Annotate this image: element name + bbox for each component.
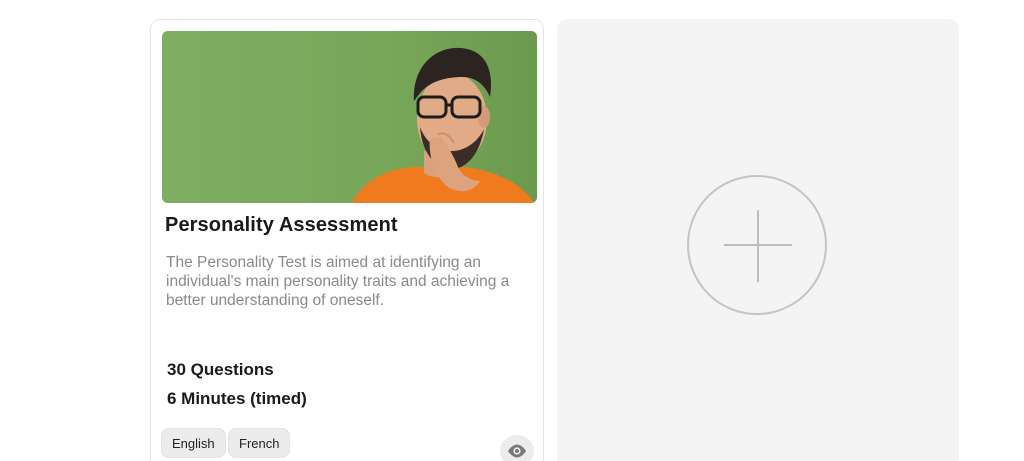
- plus-vertical-bar: [757, 210, 759, 282]
- card-title: Personality Assessment: [165, 214, 398, 236]
- card-image: [162, 31, 537, 203]
- language-tag-french[interactable]: French: [228, 428, 291, 458]
- page: Personality Assessment The Personality T…: [0, 0, 1024, 461]
- plus-circle-icon[interactable]: [687, 175, 827, 315]
- eye-icon: [508, 444, 526, 458]
- language-tag-english[interactable]: English: [161, 428, 226, 458]
- preview-button[interactable]: [500, 435, 534, 461]
- add-assessment-card[interactable]: [557, 19, 959, 461]
- questions-count: 30 Questions: [167, 360, 274, 379]
- assessment-card[interactable]: Personality Assessment The Personality T…: [150, 19, 544, 461]
- card-description: The Personality Test is aimed at identif…: [166, 254, 510, 309]
- man-thinking-photo: [162, 31, 537, 203]
- duration: 6 Minutes (timed): [167, 389, 307, 408]
